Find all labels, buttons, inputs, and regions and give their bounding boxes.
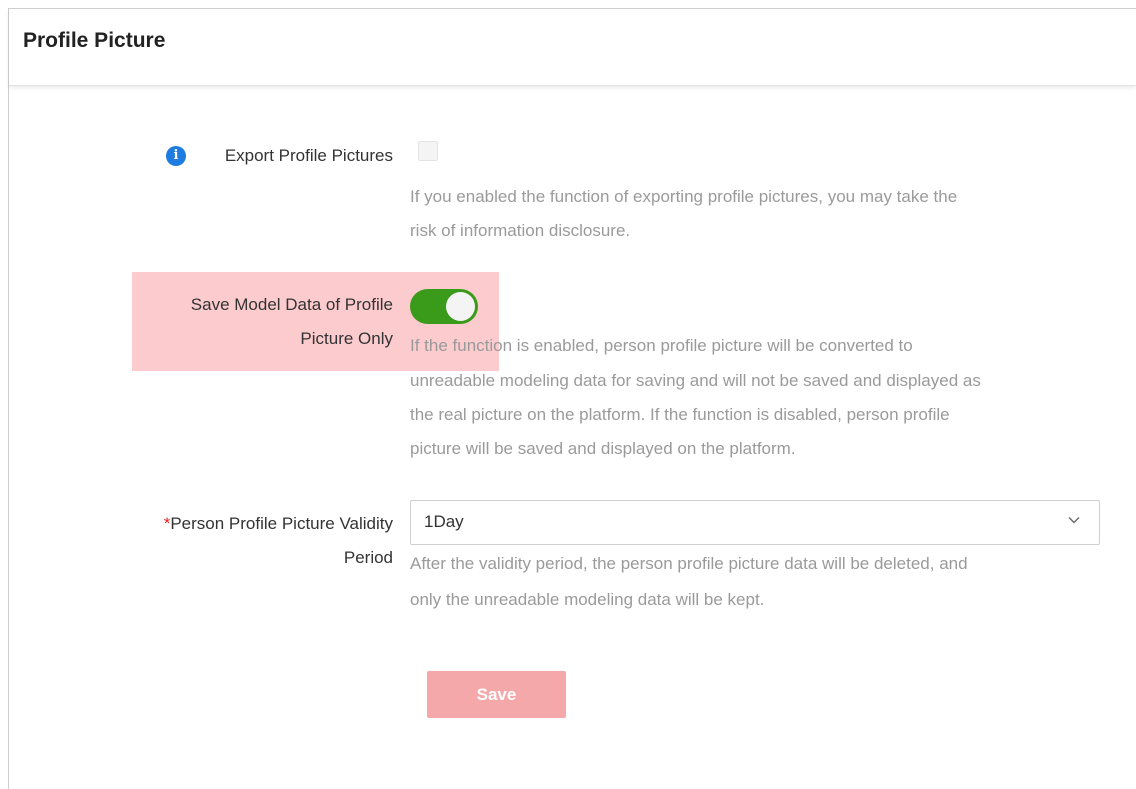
export-profile-checkbox[interactable] [418,141,438,161]
validity-hint-line1: After the validity period, the person pr… [410,554,968,573]
info-icon[interactable]: i [166,146,186,166]
save-model-hint-line4: picture will be saved and displayed on t… [410,439,796,458]
save-model-label-line2: Picture Only [300,329,393,348]
save-model-hint-line2: unreadable modeling data for saving and … [410,371,981,390]
save-button[interactable]: Save [427,671,566,718]
validity-label-line1: *Person Profile Picture Validity [100,507,393,540]
toggle-knob [446,292,475,321]
validity-label-text: Person Profile Picture Validity [170,514,393,533]
validity-selected-value: 1Day [424,512,464,531]
export-profile-label: Export Profile Pictures [224,146,393,165]
validity-period-select[interactable]: 1Day [410,500,1100,545]
save-model-label-line1: Save Model Data of Profile [190,295,393,314]
chevron-down-icon [1068,517,1080,524]
export-profile-hint-line1: If you enabled the function of exporting… [410,187,958,206]
export-profile-hint-line2: risk of information disclosure. [410,221,631,240]
save-model-toggle[interactable] [410,289,478,324]
validity-hint-line2: only the unreadable modeling data will b… [410,590,765,609]
panel-header: Profile Picture [9,9,1136,86]
save-model-hint-line1: If the function is enabled, person profi… [410,336,913,355]
page-title: Profile Picture [23,29,166,52]
validity-label-line2: Period [343,548,393,567]
save-model-hint-line3: the real picture on the platform. If the… [410,405,950,424]
